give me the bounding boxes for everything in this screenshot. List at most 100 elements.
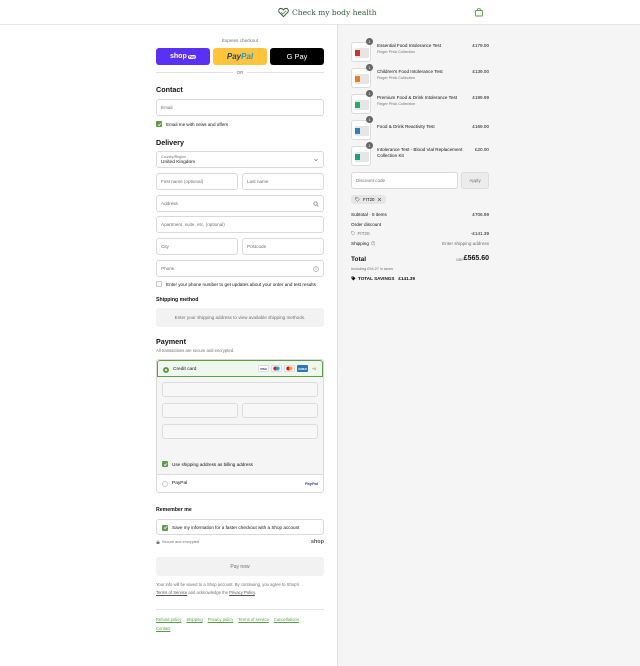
news-offers-checkbox[interactable]: Email me with news and offers (156, 121, 228, 127)
billing-same-checkbox[interactable]: Use shipping address as billing address (162, 461, 253, 467)
subtotal-row: Subtotal · 5 items £706.99 (351, 212, 489, 217)
item-price: £169.00 (472, 124, 489, 129)
remove-code-icon[interactable] (377, 197, 382, 202)
total-amount: £565.60 (463, 255, 489, 262)
applied-discount-tag: FIT20 (351, 195, 387, 204)
item-name: Premium Food & Drink Intolerance Test (377, 95, 458, 100)
lock-icon (156, 540, 160, 544)
discount-code-field[interactable]: Discount code (351, 172, 458, 189)
product-thumbnail (351, 94, 371, 114)
secure-row: Secure and encrypted shop (156, 539, 324, 547)
postcode-field[interactable]: Postcode (242, 238, 324, 255)
item-name: Children's Food Intolerance Test (377, 69, 443, 74)
quantity-badge: 1 (366, 116, 373, 123)
last-name-field[interactable]: Last name (242, 173, 324, 190)
email-field[interactable]: Email (156, 99, 324, 116)
pay-now-button[interactable]: Pay now (156, 557, 324, 576)
help-icon[interactable]: ? (313, 266, 319, 272)
quantity-badge: 1 (366, 38, 373, 45)
footer-divider (156, 609, 324, 610)
line-item: 1 Premium Food & Drink Intolerance Test … (351, 90, 489, 116)
expiry-field[interactable] (162, 403, 238, 418)
maestro-icon (271, 365, 282, 372)
total-row: Total GBP £565.60 (351, 255, 489, 263)
item-price: £199.99 (472, 95, 489, 100)
payment-methods: Credit card VISA AMEX +4 Use shipping ad… (156, 359, 324, 493)
or-divider: OR (156, 70, 325, 75)
discount-amount: -£141.39 (470, 231, 489, 236)
help-icon[interactable]: ? (371, 241, 376, 246)
item-name: Essential Food Intolerance Test (377, 43, 442, 48)
item-price: £139.00 (472, 69, 489, 74)
footer-links: Refund policy Shipping Privacy policy Terms… (156, 615, 324, 633)
paypal-option[interactable]: PayPal PayPal (157, 475, 323, 492)
privacy-policy-link[interactable]: Privacy Policy (229, 590, 255, 595)
card-brand-logos: VISA AMEX +4 (258, 365, 316, 372)
payment-subtitle: All transactions are secure and encrypte… (156, 348, 235, 353)
radio-unselected-icon (162, 480, 168, 487)
brand-name: Check my body health (292, 7, 377, 17)
shop-pay-button[interactable]: shop Pay (156, 48, 210, 65)
address-field[interactable]: Address (156, 195, 324, 212)
tag-icon (351, 231, 356, 236)
express-checkout-label: Express checkout (221, 38, 259, 43)
total-savings: TOTAL SAVINGS £141.39 (351, 276, 415, 281)
contact-link[interactable]: Contact (156, 626, 170, 631)
visa-icon: VISA (258, 365, 269, 372)
terms-of-service-link[interactable]: Terms of Service (156, 590, 187, 595)
bag-icon[interactable] (474, 7, 484, 17)
quantity-badge: 1 (366, 142, 373, 149)
shipping-row: Shipping ? Enter shipping address (351, 241, 489, 246)
cancellations-link[interactable]: Cancellations (274, 617, 299, 622)
line-item: 1 Intolerance Test - Blood Vial Replacem… (351, 142, 489, 168)
paypal-express-button[interactable]: Pay Pal (213, 48, 267, 65)
tag-icon (351, 276, 356, 281)
discount-code-row: FIT20 -£141.39 (351, 231, 489, 238)
more-cards-count: +4 (312, 366, 316, 371)
order-discount-row: Order discount (351, 222, 382, 227)
mastercard-icon (284, 365, 295, 372)
line-item: 1 Food & Drink Reactivity Test £169.00 (351, 116, 489, 142)
shipping-link[interactable]: Shipping (186, 617, 202, 622)
shop-logo: shop (310, 539, 324, 545)
save-info-checkbox[interactable]: Save my information for a faster checkou… (162, 524, 299, 531)
shipping-method-heading: Shipping method (156, 297, 199, 303)
svg-text:?: ? (315, 267, 317, 271)
card-number-field[interactable] (162, 382, 318, 397)
item-name: Intolerance Test - Blood Vial Replacemen… (377, 147, 463, 158)
refund-policy-link[interactable]: Refund policy (156, 617, 181, 622)
chevron-down-icon (314, 158, 318, 162)
item-name: Food & Drink Reactivity Test (377, 124, 435, 129)
country-select[interactable]: Country/Region United Kingdom (156, 151, 324, 168)
apply-button[interactable]: Apply (461, 172, 489, 189)
line-item: 1 Children's Food Intolerance Test Finge… (351, 64, 489, 90)
checkbox-checked-icon (162, 461, 168, 467)
tag-icon (355, 197, 360, 202)
checkbox-checked-icon (156, 121, 162, 127)
apartment-field[interactable]: Apartment, suite, etc. (optional) (156, 216, 324, 233)
security-code-field[interactable] (242, 403, 318, 418)
checkbox-unchecked-icon (156, 281, 162, 287)
radio-selected-icon (163, 366, 169, 373)
name-on-card-field[interactable] (162, 424, 318, 439)
google-pay-button[interactable]: G Pay (270, 48, 324, 65)
product-thumbnail (351, 42, 371, 62)
quantity-badge: 1 (366, 90, 373, 97)
phone-updates-checkbox[interactable]: Enter your phone number to get updates a… (156, 281, 316, 287)
shipping-method-notice: Enter your shipping address to view avai… (156, 308, 324, 327)
city-field[interactable]: City (156, 238, 238, 255)
legal-text: Your info will be saved to a Shop accoun… (156, 582, 300, 595)
order-summary: 1 Essential Food Intolerance Test Finger… (337, 25, 640, 666)
phone-field[interactable]: Phone ? (156, 260, 324, 277)
credit-card-option[interactable]: Credit card VISA AMEX +4 (157, 360, 323, 377)
first-name-field[interactable]: First name (optional) (156, 173, 238, 190)
item-price: £20.00 (474, 147, 489, 152)
product-thumbnail (351, 68, 371, 88)
item-variant: Finger Prick Collection (377, 76, 415, 80)
credit-card-form: Use shipping address as billing address (157, 377, 323, 475)
remember-me-box: Save my information for a faster checkou… (156, 519, 324, 535)
delivery-heading: Delivery (156, 138, 184, 147)
terms-of-service-footer-link[interactable]: Terms of service (238, 617, 268, 622)
privacy-policy-footer-link[interactable]: Privacy policy (208, 617, 234, 622)
brand-logo[interactable]: Check my body health (278, 6, 377, 18)
